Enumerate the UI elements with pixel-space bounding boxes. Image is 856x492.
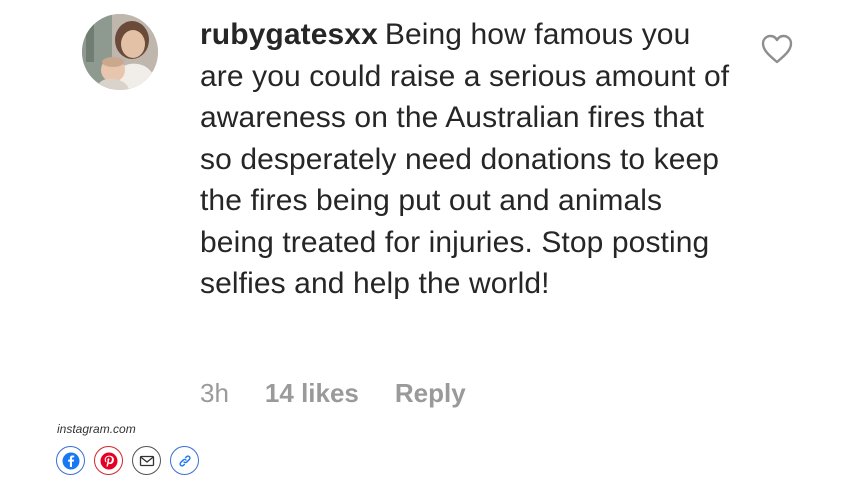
facebook-icon [62, 452, 79, 469]
share-email-button[interactable] [132, 446, 161, 475]
comment-username[interactable]: rubygatesxx [200, 18, 378, 51]
share-buttons [56, 446, 199, 475]
comment-timestamp: 3h [200, 378, 229, 408]
comment-meta: 3h 14 likes Reply [200, 378, 466, 409]
share-pinterest-button[interactable] [94, 446, 123, 475]
heart-outline-icon[interactable] [760, 33, 794, 65]
pinterest-icon [100, 452, 117, 469]
comment-likes[interactable]: 14 likes [265, 378, 359, 409]
avatar-photo [82, 14, 158, 90]
link-icon [178, 454, 191, 467]
comment: rubygatesxx Being how famous you are you … [0, 0, 856, 420]
email-icon [139, 455, 154, 466]
share-facebook-button[interactable] [56, 446, 85, 475]
comment-text: Being how famous you are you could raise… [200, 18, 730, 300]
user-avatar[interactable] [82, 14, 158, 90]
source-credit: instagram.com [57, 422, 136, 436]
reply-button[interactable]: Reply [395, 378, 466, 409]
share-link-button[interactable] [170, 446, 199, 475]
comment-body: rubygatesxx Being how famous you are you … [200, 14, 730, 305]
